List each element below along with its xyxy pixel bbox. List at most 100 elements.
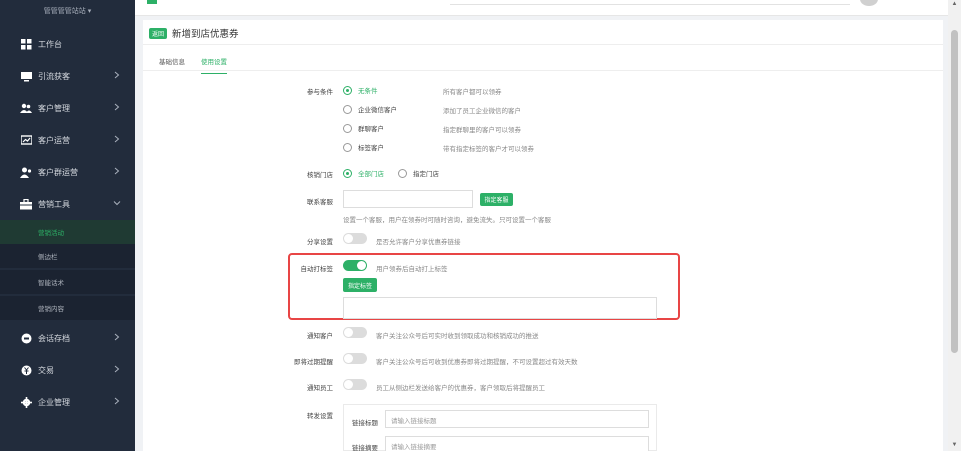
participation-desc: 所有客户都可以领券 <box>443 89 502 96</box>
participation-label: 参与条件 <box>307 89 333 96</box>
sidebar-item-label: 会话存档 <box>38 333 70 343</box>
tabs: 基础信息 使用设置 <box>159 56 243 74</box>
assign-tag-button[interactable]: 指定标签 <box>343 278 377 292</box>
sidebar-subitem-smart-scripts[interactable]: 智能话术 <box>0 270 135 294</box>
sidebar-subitem-marketing-activity[interactable]: 营销活动 <box>0 220 135 244</box>
auto-tag-label: 自动打标签 <box>300 266 334 273</box>
radio-wecom-customer[interactable]: 企业微信客户 <box>343 104 397 114</box>
scrollbar[interactable]: ▲ ▼ <box>948 0 961 451</box>
sidebar-item-label: 交易 <box>38 365 54 375</box>
radio-indicator <box>343 104 352 114</box>
radio-all-stores[interactable]: 全部门店 <box>343 168 384 178</box>
radio-indicator <box>343 123 352 133</box>
radio-indicator <box>398 168 407 178</box>
divider <box>143 44 943 45</box>
notify-staff-desc: 员工从侧边栏发送给客户的优惠券，客户领取后将提醒员工 <box>376 385 545 392</box>
monitor-icon <box>20 70 32 82</box>
auto-tag-desc: 用户领券后自动打上标签 <box>376 266 448 273</box>
yen-icon <box>20 364 32 376</box>
sidebar-item-group-ops[interactable]: 客户群运营 <box>0 156 135 188</box>
page-header: 返回 新增到店优惠券 <box>149 26 239 40</box>
auto-tag-toggle[interactable] <box>343 260 367 271</box>
sidebar-item-marketing-tools[interactable]: 营销工具 <box>0 188 135 220</box>
contact-hint: 设置一个客服，用户在领券时可随时咨询，避免流失。只可设置一个客服 <box>343 217 551 224</box>
expire-remind-label: 即将过期提醒 <box>294 359 333 366</box>
sidebar-item-label: 工作台 <box>38 39 62 49</box>
link-title-label: 链接标题 <box>352 420 378 427</box>
tag-display-box[interactable] <box>343 297 657 319</box>
store-label: 核销门店 <box>307 172 333 179</box>
notify-staff-toggle[interactable] <box>343 379 367 390</box>
sidebar-item-label: 营销工具 <box>38 199 70 209</box>
sidebar-subitem-marketing-content[interactable]: 营销内容 <box>0 296 135 320</box>
assign-service-button[interactable]: 指定客服 <box>480 193 513 206</box>
dashboard-icon <box>20 38 32 50</box>
contact-input[interactable] <box>343 190 473 208</box>
sidebar-item-chat-archive[interactable]: 会话存档 <box>0 322 135 354</box>
chevron-down-icon <box>113 201 121 206</box>
sidebar-item-dashboard[interactable]: 工作台 <box>0 28 135 60</box>
sidebar-item-label: 企业管理 <box>38 397 70 407</box>
expire-remind-toggle[interactable] <box>343 353 367 364</box>
chevron-right-icon <box>114 135 120 143</box>
scroll-up-icon[interactable]: ▲ <box>951 1 958 8</box>
sidebar-item-operations[interactable]: 客户运营 <box>0 124 135 156</box>
link-title-placeholder: 请输入链接标题 <box>391 418 437 425</box>
chevron-right-icon <box>114 365 120 373</box>
share-toggle[interactable] <box>343 233 367 244</box>
notify-staff-label: 通知员工 <box>307 385 333 392</box>
archive-icon <box>20 332 32 344</box>
briefcase-icon <box>20 198 32 210</box>
radio-group-customer[interactable]: 群聊客户 <box>343 123 384 133</box>
sidebar-item-customers[interactable]: 客户管理 <box>0 92 135 124</box>
notify-customer-desc: 客户关注公众号后可实时收到领取成功和核销成功的推送 <box>376 333 539 340</box>
page-title: 新增到店优惠券 <box>172 29 239 40</box>
contact-label: 联系客服 <box>307 199 333 206</box>
sidebar-item-trade[interactable]: 交易 <box>0 354 135 386</box>
radio-tag-customer[interactable]: 标签客户 <box>343 142 384 152</box>
share-label: 分享设置 <box>307 239 333 246</box>
link-desc-placeholder: 请输入链接摘要 <box>391 444 437 451</box>
avatar[interactable] <box>860 0 878 6</box>
forward-label: 转发设置 <box>307 413 333 420</box>
top-bar-button[interactable] <box>147 0 157 4</box>
users-icon <box>20 102 32 114</box>
divider <box>143 70 943 71</box>
chevron-right-icon <box>114 333 120 341</box>
scrollbar-thumb[interactable] <box>951 30 958 353</box>
radio-specific-stores[interactable]: 指定门店 <box>398 168 439 178</box>
gear-icon <box>20 396 32 408</box>
chevron-right-icon <box>114 397 120 405</box>
notify-customer-label: 通知客户 <box>307 333 333 340</box>
sidebar-item-label: 客户群运营 <box>38 167 78 177</box>
sidebar-brand[interactable]: 管管管管站站 ▾ <box>0 0 135 24</box>
tab-basic-info[interactable]: 基础信息 <box>159 56 185 74</box>
participation-desc: 带有指定标签的客户才可以领券 <box>443 146 534 153</box>
top-bar <box>135 0 948 16</box>
sidebar-item-label: 引流获客 <box>38 71 70 81</box>
sidebar-item-enterprise[interactable]: 企业管理 <box>0 386 135 418</box>
chevron-right-icon <box>114 71 120 79</box>
expire-remind-desc: 客户关注公众号后可收到优惠券即将过期提醒，不可设置超过有效天数 <box>376 359 578 366</box>
group-icon <box>20 166 32 178</box>
notify-customer-toggle[interactable] <box>343 327 367 338</box>
sidebar-subitem-side-panel[interactable]: 侧边栏 <box>0 244 135 268</box>
radio-indicator <box>343 142 352 152</box>
share-desc: 是否允许客户分享优惠券链接 <box>376 239 461 246</box>
link-desc-label: 链接摘要 <box>352 445 378 451</box>
back-button[interactable]: 返回 <box>149 27 168 39</box>
sidebar-item-traffic[interactable]: 引流获客 <box>0 60 135 92</box>
radio-indicator <box>343 85 352 95</box>
chart-icon <box>20 134 32 146</box>
chevron-right-icon <box>114 167 120 175</box>
chevron-right-icon <box>114 103 120 111</box>
radio-indicator <box>343 168 352 178</box>
scroll-down-icon[interactable]: ▼ <box>951 442 958 449</box>
radio-no-condition[interactable]: 无条件 <box>343 85 378 95</box>
participation-desc: 添加了员工企业微信的客户 <box>443 108 521 115</box>
top-search-input[interactable] <box>450 0 850 5</box>
sidebar-item-label: 客户运营 <box>38 135 70 145</box>
tab-usage-settings[interactable]: 使用设置 <box>201 56 227 74</box>
participation-desc: 指定群聊里的客户可以领券 <box>443 127 521 134</box>
sidebar: 管管管管站站 ▾ 工作台 引流获客 客户管理 客户运营 客户群运营 营销工具 营… <box>0 0 135 451</box>
